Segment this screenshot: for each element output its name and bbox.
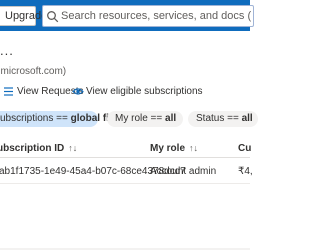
list-icon [4,87,13,96]
column-cost-label: Cu [238,143,252,154]
filter-my-role[interactable]: My role == all [107,111,183,127]
top-bar: Upgrade [0,0,254,31]
cost-cell: ₹4, [238,166,253,177]
global-search-box[interactable] [42,5,254,27]
page-title-ellipsis: ... [0,43,14,58]
search-icon [47,11,59,23]
column-my-role-label: My role [150,143,186,154]
search-input[interactable] [61,6,251,26]
filter-subscriptions[interactable]: ubscriptions == global filter [0,111,125,127]
view-eligible-label: View eligible subscriptions [86,86,203,97]
column-header-my-role[interactable]: My role ↑↓ [150,143,198,154]
eye-icon [72,88,84,95]
table-header-divider [0,157,250,158]
sort-icon: ↑↓ [68,143,78,153]
upgrade-button[interactable]: Upgrade [0,6,47,26]
filter-status-label: Status == [196,113,242,124]
column-subscription-id-label: ubscription ID [0,143,65,154]
sort-icon: ↑↓ [189,143,199,153]
filter-status[interactable]: Status == all [188,111,258,127]
column-header-cost[interactable]: Cu [238,143,251,154]
table-row-divider [0,183,250,184]
filter-status-value: all [241,113,253,124]
column-header-subscription-id[interactable]: ubscription ID ↑↓ [0,143,77,154]
filter-my-role-value: all [165,113,177,124]
filter-subscriptions-label: ubscriptions == [0,113,71,124]
filter-my-role-label: My role == [115,113,166,124]
my-role-cell: Account admin [150,166,217,177]
account-email: nmicrosoft.com) [0,66,67,77]
